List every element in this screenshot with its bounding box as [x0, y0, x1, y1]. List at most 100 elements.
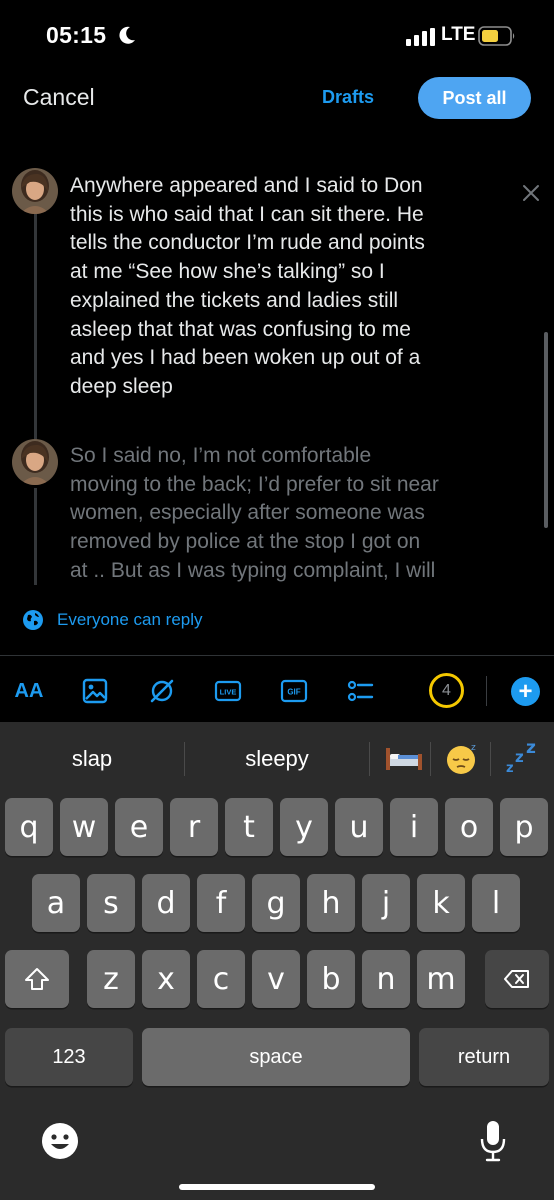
- close-icon[interactable]: [520, 182, 542, 204]
- toolbar-separator: [486, 676, 487, 706]
- scrollbar[interactable]: [544, 332, 548, 528]
- grok-icon: [150, 679, 174, 703]
- microphone-icon[interactable]: [478, 1119, 508, 1163]
- avatar: [12, 168, 58, 214]
- key-l[interactable]: l: [472, 874, 520, 932]
- emoji-keyboard-icon[interactable]: [40, 1121, 80, 1161]
- cancel-button[interactable]: Cancel: [23, 84, 95, 111]
- shift-key[interactable]: [5, 950, 69, 1008]
- thread-connector-line: [34, 488, 37, 585]
- space-key[interactable]: space: [142, 1028, 410, 1086]
- key-t[interactable]: t: [225, 798, 273, 856]
- key-f[interactable]: f: [197, 874, 245, 932]
- post-all-button[interactable]: Post all: [418, 77, 531, 119]
- key-x[interactable]: x: [142, 950, 190, 1008]
- svg-text:z: z: [515, 748, 524, 766]
- post-text-line: tells the conductor I’m rude and points: [70, 231, 425, 255]
- suggestion-separator: [369, 742, 370, 776]
- gif-icon: GIF: [280, 679, 308, 703]
- compose-header: Cancel Drafts Post all: [0, 72, 554, 128]
- grok-button[interactable]: [145, 674, 179, 708]
- status-time: 05:15: [46, 22, 107, 48]
- poll-button[interactable]: [343, 674, 377, 708]
- post-text-line: Anywhere appeared and I said to Don: [70, 174, 423, 197]
- live-label: LIVE: [220, 688, 237, 697]
- compose-toolbar: AA LIVE GIF 4 +: [0, 666, 554, 716]
- suggestion-item[interactable]: slap: [0, 746, 184, 772]
- battery-icon: [478, 26, 515, 46]
- divider: [0, 655, 554, 656]
- image-icon: [82, 678, 108, 704]
- bed-emoji-icon[interactable]: [384, 740, 424, 776]
- key-k[interactable]: k: [417, 874, 465, 932]
- key-v[interactable]: v: [252, 950, 300, 1008]
- backspace-icon: [504, 970, 529, 988]
- key-w[interactable]: w: [60, 798, 108, 856]
- key-q[interactable]: q: [5, 798, 53, 856]
- sleepy-face-emoji-icon[interactable]: z: [443, 740, 483, 776]
- home-indicator[interactable]: [179, 1184, 375, 1190]
- text-style-icon: AA: [14, 679, 44, 702]
- svg-text:z: z: [526, 740, 536, 758]
- key-d[interactable]: d: [142, 874, 190, 932]
- keyboard: slap sleepy z z z z q w e r t y u i o p: [0, 722, 554, 1200]
- post-text-line: removed by police at the stop I got on: [70, 530, 421, 554]
- key-y[interactable]: y: [280, 798, 328, 856]
- key-n[interactable]: n: [362, 950, 410, 1008]
- svg-text:z: z: [471, 743, 476, 753]
- key-u[interactable]: u: [335, 798, 383, 856]
- gif-button[interactable]: GIF: [277, 674, 311, 708]
- text-style-button[interactable]: AA: [12, 674, 46, 708]
- key-e[interactable]: e: [115, 798, 163, 856]
- image-button[interactable]: [78, 674, 112, 708]
- suggestion-separator: [430, 742, 431, 776]
- suggestion-item[interactable]: sleepy: [185, 746, 369, 772]
- post-text-line: this is who said that I can sit there. H…: [70, 202, 424, 226]
- key-j[interactable]: j: [362, 874, 410, 932]
- live-icon: LIVE: [214, 680, 242, 702]
- post-text-line: asleep that that was confusing to me: [70, 317, 411, 341]
- delete-key[interactable]: [485, 950, 549, 1008]
- network-label: LTE: [441, 24, 476, 45]
- post-text-line: and yes I had been woken up out of a: [70, 346, 421, 370]
- post-text-line: deep sleep: [70, 374, 173, 398]
- post-text-line: at me “See how she’s talking” so I: [70, 260, 385, 284]
- shift-icon: [25, 968, 49, 990]
- thread-compose-area: Anywhere appeared and I said to Don this…: [0, 150, 554, 585]
- key-b[interactable]: b: [307, 950, 355, 1008]
- post-text-line: So I said no, I’m not comfortable: [70, 444, 372, 467]
- zzz-emoji-icon[interactable]: z z z: [504, 740, 544, 776]
- key-s[interactable]: s: [87, 874, 135, 932]
- key-r[interactable]: r: [170, 798, 218, 856]
- status-bar: 05:15 LTE: [0, 0, 554, 72]
- key-h[interactable]: h: [307, 874, 355, 932]
- suggestion-bar: slap sleepy z z z z: [0, 722, 554, 794]
- add-post-button[interactable]: +: [511, 677, 540, 706]
- return-key[interactable]: return: [419, 1028, 549, 1086]
- key-g[interactable]: g: [252, 874, 300, 932]
- drafts-button[interactable]: Drafts: [322, 87, 374, 108]
- post-text-line: explained the tickets and ladies still: [70, 288, 399, 312]
- suggestion-separator: [490, 742, 491, 776]
- key-z[interactable]: z: [87, 950, 135, 1008]
- poll-icon: [347, 680, 374, 702]
- avatar: [12, 439, 58, 485]
- numbers-key[interactable]: 123: [5, 1028, 133, 1086]
- reply-settings-label: Everyone can reply: [57, 610, 203, 629]
- thread-connector-line: [34, 210, 37, 445]
- key-o[interactable]: o: [445, 798, 493, 856]
- post-text-editor[interactable]: Anywhere appeared and I said to Don this…: [70, 172, 510, 402]
- post-text-editor[interactable]: So I said no, I’m not comfortable moving…: [70, 442, 510, 585]
- key-c[interactable]: c: [197, 950, 245, 1008]
- key-p[interactable]: p: [500, 798, 548, 856]
- globe-icon: [23, 610, 43, 630]
- key-a[interactable]: a: [32, 874, 80, 932]
- post-text-line: at .. But as I was typing complaint, I w…: [70, 558, 436, 582]
- post-text-line: women, especially after someone was: [70, 501, 425, 525]
- live-button[interactable]: LIVE: [211, 674, 245, 708]
- svg-text:z: z: [506, 761, 514, 776]
- key-i[interactable]: i: [390, 798, 438, 856]
- gif-label: GIF: [287, 688, 300, 697]
- key-m[interactable]: m: [417, 950, 465, 1008]
- post-text-line: moving to the back; I’d prefer to sit ne…: [70, 472, 439, 496]
